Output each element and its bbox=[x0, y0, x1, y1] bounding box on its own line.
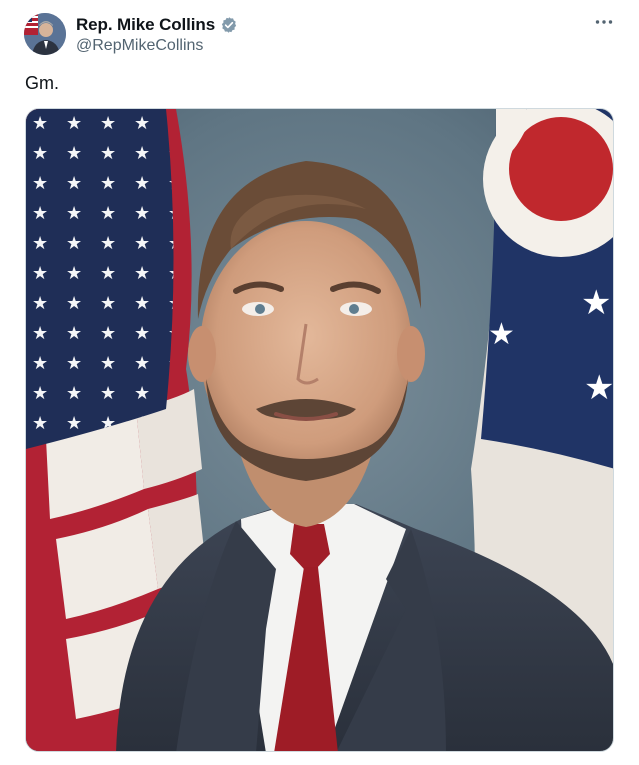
more-options-button[interactable] bbox=[591, 12, 617, 32]
tweet-media-image[interactable]: ★ ★ ★ bbox=[25, 108, 614, 752]
author-avatar[interactable] bbox=[24, 13, 66, 55]
svg-text:★: ★ bbox=[488, 317, 515, 352]
tweet-text: Gm. bbox=[25, 73, 59, 93]
name-row: Rep. Mike Collins bbox=[76, 14, 238, 36]
portrait-photo: ★ ★ ★ bbox=[26, 109, 614, 751]
head bbox=[188, 161, 425, 481]
svg-text:★: ★ bbox=[584, 368, 614, 408]
verified-badge-icon[interactable] bbox=[220, 16, 238, 34]
tweet-card: Rep. Mike Collins @RepMikeCollins Gm. ★ … bbox=[0, 0, 639, 765]
author-handle[interactable]: @RepMikeCollins bbox=[76, 37, 238, 55]
more-options-icon bbox=[595, 20, 613, 24]
author-display-name[interactable]: Rep. Mike Collins bbox=[76, 15, 215, 35]
author-info: Rep. Mike Collins @RepMikeCollins bbox=[76, 14, 238, 55]
svg-text:★: ★ bbox=[581, 283, 611, 323]
avatar-image bbox=[24, 13, 66, 55]
